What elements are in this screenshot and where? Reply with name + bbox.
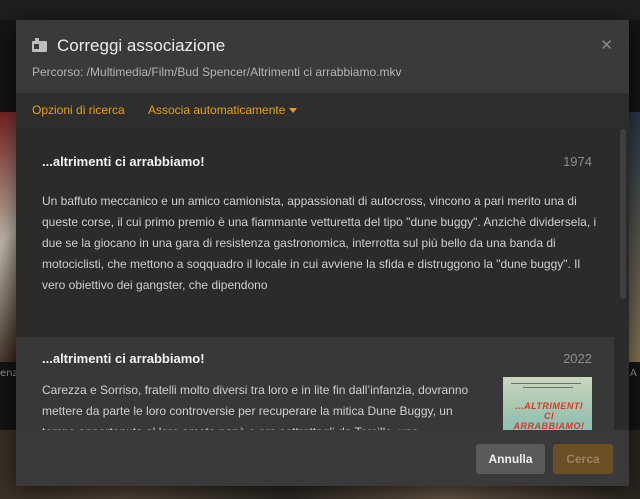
results-scrollbar[interactable] — [619, 127, 627, 430]
dialog-tabs: Opzioni di ricerca Associa automaticamen… — [16, 93, 629, 127]
search-options-label: Opzioni di ricerca — [32, 103, 125, 117]
dialog-title: Correggi associazione — [57, 36, 226, 55]
caret-down-icon — [289, 108, 298, 114]
result-poster: ...ALTRIMENTI CI ARRABBIAMO! — [503, 377, 592, 430]
dialog-header: Correggi associazione ✕ Percorso: /Multi… — [16, 20, 629, 93]
dialog-title-row: Correggi associazione — [32, 36, 225, 56]
top-bar — [0, 0, 640, 20]
result-summary: Un baffuto meccanico e un amico camionis… — [42, 194, 597, 292]
result-title: ...altrimenti ci arrabbiamo! — [42, 351, 205, 366]
match-results-list[interactable]: ...altrimenti ci arrabbiamo! 1974 Un baf… — [16, 127, 629, 430]
match-result-item[interactable]: ...altrimenti ci arrabbiamo! 1974 Un baf… — [16, 127, 614, 328]
background-label: A — [630, 368, 637, 379]
file-path: Percorso: /Multimedia/Film/Bud Spencer/A… — [32, 65, 402, 79]
search-button[interactable]: Cerca — [553, 444, 613, 474]
fix-match-dialog: Correggi associazione ✕ Percorso: /Multi… — [16, 20, 629, 486]
result-summary: Carezza e Sorriso, fratelli molto divers… — [42, 383, 469, 430]
result-title: ...altrimenti ci arrabbiamo! — [42, 154, 205, 169]
result-year: 1974 — [563, 154, 592, 169]
cancel-button[interactable]: Annulla — [476, 444, 545, 474]
poster-decoration — [523, 387, 573, 388]
poster-title: ...ALTRIMENTI CI ARRABBIAMO! — [513, 401, 585, 430]
scrollbar-thumb[interactable] — [620, 129, 626, 299]
search-options-link[interactable]: Opzioni di ricerca — [32, 103, 125, 117]
dialog-footer: Annulla Cerca — [16, 430, 629, 486]
close-icon[interactable]: ✕ — [600, 36, 613, 54]
background-poster — [0, 112, 16, 362]
result-year: 2022 — [563, 351, 592, 366]
id-card-icon — [32, 38, 48, 54]
auto-match-label: Associa automaticamente — [148, 103, 286, 117]
auto-match-dropdown[interactable]: Associa automaticamente — [148, 103, 298, 117]
poster-decoration — [511, 383, 581, 384]
match-result-item[interactable]: ...altrimenti ci arrabbiamo! 2022 Carezz… — [16, 337, 614, 430]
